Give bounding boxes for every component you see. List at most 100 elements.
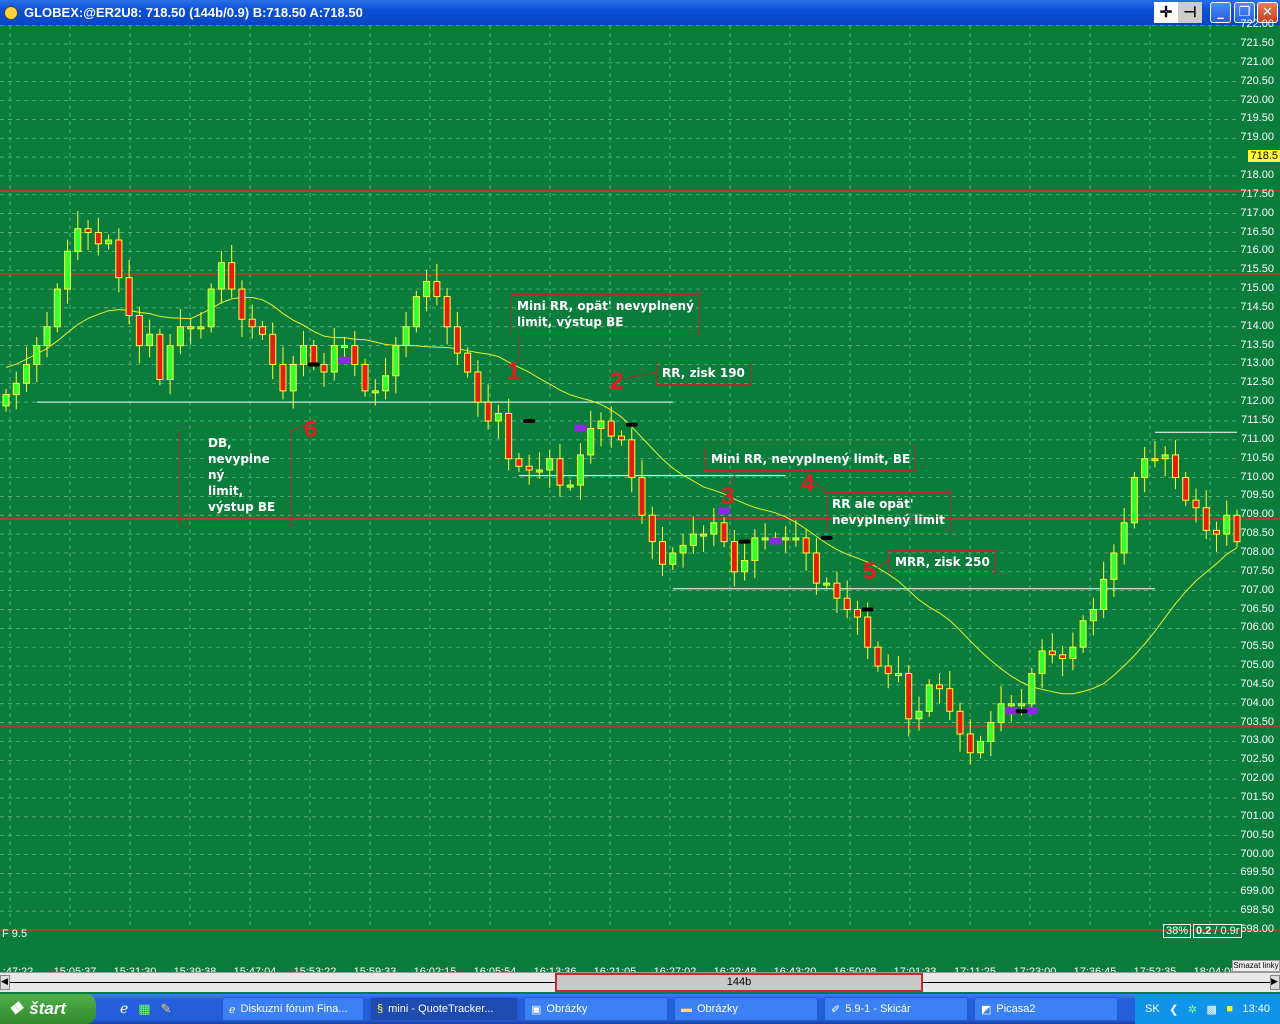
candle-body xyxy=(115,239,123,279)
task-forum[interactable]: ℯ Diskuzní fórum Fina... xyxy=(222,997,364,1021)
annotation-5: MRR, zisk 250 xyxy=(889,550,996,574)
task-picasa[interactable]: ◩ Picasa2 xyxy=(974,997,1118,1021)
scroll-right-arrow[interactable]: ▶ xyxy=(1270,975,1280,990)
y-tick-label: 712.00 xyxy=(1240,395,1274,408)
purple-marker xyxy=(769,537,782,545)
minimize-button[interactable]: _ xyxy=(1210,2,1231,23)
task-obrazky-1[interactable]: ▣ Obrázky xyxy=(524,997,668,1021)
candle-body xyxy=(1223,514,1231,535)
black-marker xyxy=(523,419,536,423)
y-tick-label: 705.50 xyxy=(1240,640,1274,653)
tray-expand-icon[interactable]: ❮ xyxy=(1169,1003,1178,1016)
system-tray: SK ❮ ✲ ▩ ■ 13:40 xyxy=(1135,994,1280,1024)
candle-body xyxy=(1212,529,1220,535)
candle-body xyxy=(730,541,738,573)
task-quotetracker[interactable]: § mini - QuoteTracker... xyxy=(370,997,518,1021)
y-tick-label: 722.00 xyxy=(1240,18,1274,31)
pin-icon[interactable]: ⊣ xyxy=(1178,2,1202,23)
ratio-readout: 0.2 / 0.9r xyxy=(1193,924,1243,938)
candle-body xyxy=(1141,458,1149,479)
network-quicklaunch-icon[interactable]: ▦ xyxy=(138,1002,150,1017)
y-tick-label: 717.00 xyxy=(1240,206,1274,219)
scroll-left-arrow[interactable]: ◀ xyxy=(0,975,10,990)
candle-body xyxy=(156,333,164,381)
candle-body xyxy=(1192,499,1200,509)
horizontal-scrollbar[interactable]: ◀ 144b ▶ xyxy=(0,972,1280,992)
candle-body xyxy=(874,646,882,667)
task-label: 5.9-1 - Skicár xyxy=(845,1003,911,1015)
y-tick-label: 698.00 xyxy=(1240,922,1274,935)
candle-body xyxy=(1151,458,1159,462)
candle-body xyxy=(43,326,51,347)
task-obrazky-2[interactable]: ▬ Obrázky xyxy=(674,997,818,1021)
candle-body xyxy=(105,239,113,245)
network-icon[interactable]: ▩ xyxy=(1206,1003,1216,1016)
candle-body xyxy=(782,537,790,541)
candle-body xyxy=(1182,477,1190,501)
y-tick-label: 721.50 xyxy=(1240,37,1274,49)
candle-body xyxy=(505,412,513,460)
y-tick-label: 719.50 xyxy=(1240,112,1274,125)
y-tick-label: 709.00 xyxy=(1240,508,1274,521)
y-tick-label: 711.00 xyxy=(1241,432,1274,445)
task-skicar[interactable]: ✐ 5.9-1 - Skicár xyxy=(824,997,968,1021)
crosshair-icon[interactable]: ✛ xyxy=(1154,2,1178,23)
candle-body xyxy=(987,722,995,742)
app-icon xyxy=(4,5,18,20)
candle-body xyxy=(607,420,615,437)
y-tick-label: 716.50 xyxy=(1240,225,1274,238)
window-title: GLOBEX:@ER2U8: 718.50 (144b/0.9) B:718.5… xyxy=(24,5,363,20)
y-tick-label: 699.50 xyxy=(1240,866,1274,879)
tray-flag-icon[interactable]: ■ xyxy=(1226,1003,1233,1015)
purple-marker xyxy=(1005,707,1018,715)
tool-quicklaunch-icon[interactable]: ✎ xyxy=(161,1002,172,1017)
candle-body xyxy=(936,684,944,690)
ie-icon: ℯ xyxy=(229,1003,236,1016)
candle-body xyxy=(587,428,595,456)
candle-body xyxy=(207,288,215,328)
y-tick-label: 704.50 xyxy=(1240,677,1274,690)
candle-body xyxy=(289,363,297,392)
y-tick-label: 704.00 xyxy=(1240,696,1274,709)
y-tick-label: 718.00 xyxy=(1240,168,1274,181)
annotation-connector xyxy=(626,371,658,379)
language-indicator[interactable]: SK xyxy=(1145,1003,1160,1015)
y-tick-label: 706.00 xyxy=(1240,621,1274,634)
candle-body xyxy=(792,537,800,541)
candle-body xyxy=(330,345,338,373)
scroll-thumb[interactable]: 144b xyxy=(555,973,923,992)
candle-body xyxy=(884,665,892,675)
annotation-number-4: 4 xyxy=(801,470,815,497)
purple-marker xyxy=(338,356,351,364)
candle-body xyxy=(166,345,174,381)
candle-body xyxy=(741,559,749,573)
candle-body xyxy=(382,375,390,392)
candle-body xyxy=(433,281,441,298)
annotation-number-2: 2 xyxy=(610,368,624,395)
clear-lines-button[interactable]: Smazat linky xyxy=(1232,960,1280,972)
candle-body xyxy=(812,552,820,584)
y-tick-label: 705.00 xyxy=(1240,659,1274,672)
candle-body xyxy=(1100,578,1108,611)
price-chart[interactable]: 722.00 721.50 721.00 720.50 720.00 719.50 719.… xyxy=(0,18,1280,978)
candle-body xyxy=(1171,454,1179,479)
y-tick-label: 700.00 xyxy=(1240,847,1274,860)
candle-body xyxy=(997,703,1005,724)
ie-quicklaunch-icon[interactable]: ℯ xyxy=(120,1001,128,1017)
start-button[interactable]: ❖ štart xyxy=(0,994,96,1024)
title-bar: GLOBEX:@ER2U8: 718.50 (144b/0.9) B:718.5… xyxy=(0,0,1280,25)
candle-body xyxy=(453,326,461,354)
candle-body xyxy=(556,458,564,486)
candle-body xyxy=(566,484,574,488)
annotation-3: Mini RR, nevyplnený limit, BE xyxy=(705,447,917,471)
y-tick-label: 714.50 xyxy=(1240,300,1274,313)
candle-body xyxy=(720,522,728,543)
task-label: Obrázky xyxy=(546,1003,588,1015)
zoom-percent[interactable]: 38% xyxy=(1163,924,1192,938)
candle-body xyxy=(1048,650,1056,656)
candle-body xyxy=(894,673,902,677)
tray-app-icon[interactable]: ✲ xyxy=(1188,1003,1197,1016)
y-tick-label: 715.00 xyxy=(1240,282,1274,295)
y-tick-label: 717.50 xyxy=(1240,187,1274,200)
candle-body xyxy=(341,345,349,349)
